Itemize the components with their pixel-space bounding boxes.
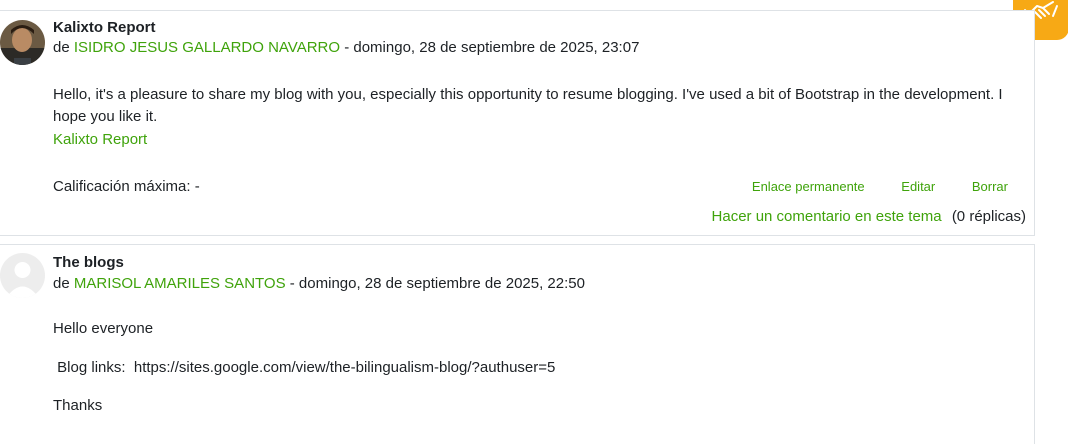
author-link[interactable]: ISIDRO JESUS GALLARDO NAVARRO	[74, 39, 340, 56]
reply-row: Hacer un comentario en este tema (0 répl…	[712, 208, 1026, 225]
post-byline: de MARISOL AMARILES SANTOS - domingo, 28…	[53, 275, 585, 292]
rating-label: Calificación máxima: -	[53, 178, 200, 195]
edit-link[interactable]: Editar	[901, 179, 935, 194]
post-byline: de ISIDRO JESUS GALLARDO NAVARRO - domin…	[53, 39, 639, 56]
by-prefix: de	[53, 275, 70, 292]
author-link[interactable]: MARISOL AMARILES SANTOS	[74, 275, 286, 292]
blog-link[interactable]: Kalixto Report	[53, 131, 147, 148]
avatar[interactable]	[0, 20, 45, 65]
delete-link[interactable]: Borrar	[972, 179, 1008, 194]
post-subject: The blogs	[53, 254, 124, 271]
post-link-line: Kalixto Report	[53, 129, 1013, 151]
message-line: Thanks	[53, 397, 103, 414]
reply-count: (0 réplicas)	[951, 208, 1026, 225]
reply-link[interactable]: Hacer un comentario en este tema	[712, 208, 942, 225]
forum-post: Kalixto Report de ISIDRO JESUS GALLARDO …	[0, 10, 1035, 236]
post-subject: Kalixto Report	[53, 19, 156, 36]
message-line: Blog links: https://sites.google.com/vie…	[53, 359, 556, 376]
message-line: Hello everyone	[53, 320, 154, 337]
by-prefix: de	[53, 39, 70, 56]
post-date: - domingo, 28 de septiembre de 2025, 23:…	[344, 39, 640, 56]
post-message: Hello, it's a pleasure to share my blog …	[53, 86, 1003, 125]
forum-post: The blogs de MARISOL AMARILES SANTOS - d…	[0, 244, 1035, 444]
post-date: - domingo, 28 de septiembre de 2025, 22:…	[289, 275, 585, 292]
avatar[interactable]	[0, 253, 45, 298]
permalink-link[interactable]: Enlace permanente	[752, 179, 865, 194]
post-actions: Enlace permanente Editar Borrar	[719, 179, 1008, 194]
